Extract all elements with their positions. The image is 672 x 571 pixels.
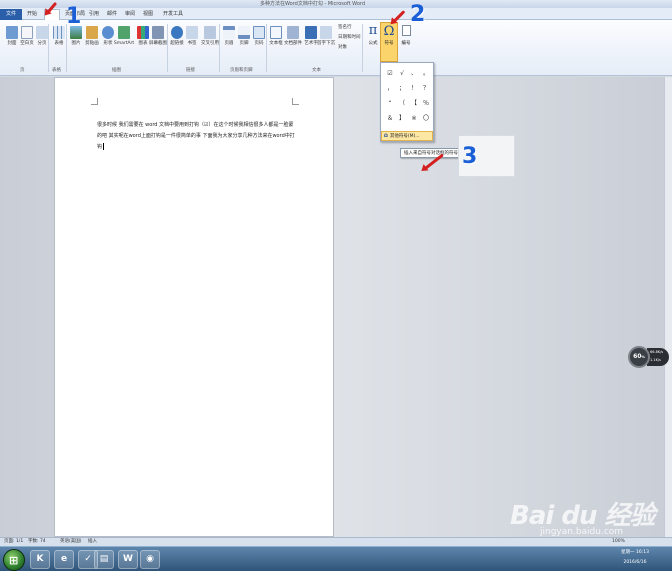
network-stats: 66.8K/s 1.1K/s — [647, 348, 669, 366]
omega-icon: Ω — [384, 134, 388, 139]
clip-art-icon — [86, 26, 98, 39]
ribbon-tabs: 文件 开始 插入 页面布局 引用 邮件 审阅 视图 开发工具 — [0, 8, 672, 20]
screenshot-button[interactable]: 屏幕截图 — [148, 24, 168, 64]
doc-line: 很多时候 我们需要在 word 文档中要用到打钩（☑）在这个时候我相信很多人都是… — [97, 122, 294, 128]
symbol-cell[interactable]: 、 — [408, 66, 420, 81]
symbol-grid: ☑ √ 、 。 ， ； ！ ？ “ （ 【 ％ ＆ 】 ※ 〇 — [384, 66, 432, 126]
watermark-url: jingyan.baidu.com — [540, 527, 624, 537]
ribbon: 封面 空白页 分页 表格 图片 剪贴画 形状 SmartArt 图表 屏幕截图 … — [0, 20, 672, 76]
margin-mark — [91, 98, 98, 105]
symbol-dropdown: ☑ √ 、 。 ， ； ！ ？ “ （ 【 ％ ＆ 】 ※ 〇 Ω 其他符号(M)… — [380, 62, 434, 142]
taskbar-word-icon[interactable]: W — [118, 550, 138, 569]
screenshot-icon — [152, 26, 164, 39]
symbol-cell[interactable]: √ — [396, 66, 408, 81]
symbol-cell[interactable]: 】 — [396, 111, 408, 126]
page-count[interactable]: 页面: 1/1 — [4, 538, 23, 546]
symbol-cell[interactable]: ！ — [408, 81, 420, 96]
object-cmd[interactable]: 对象 — [338, 44, 347, 50]
status-bar: 页面: 1/1 字数: 74 英语(美国) 插入 100% — [0, 537, 672, 546]
start-button[interactable]: ⊞ — [3, 549, 25, 571]
doc-line: 的吧 其实呢在word上面打钩是一件很简单的事 下面我为大家分享几种方法来在wo… — [97, 133, 295, 139]
more-symbols-item[interactable]: Ω 其他符号(M)... — [381, 131, 433, 141]
group-label-illustrations: 插图 — [112, 68, 121, 73]
symbol-cell[interactable]: ※ — [408, 111, 420, 126]
tab-mailings[interactable]: 邮件 — [104, 9, 120, 20]
tab-review[interactable]: 审阅 — [122, 9, 138, 20]
taskbar: ⊞ K e ✓ ▤ W ◉ 星期一 16:13 2016/6/16 — [0, 546, 672, 571]
symbol-cell[interactable]: “ — [384, 96, 396, 111]
taskbar-ie-icon[interactable]: e — [54, 550, 74, 569]
signature-line-cmd[interactable]: 签名行 — [338, 24, 352, 30]
doc-line-last: 钩 — [97, 143, 105, 150]
cross-reference-button[interactable]: 交叉引用 — [199, 24, 221, 64]
symbol-cell[interactable]: ， — [384, 81, 396, 96]
bookmark-icon — [186, 26, 198, 39]
tab-view[interactable]: 视图 — [140, 9, 156, 20]
word-count[interactable]: 字数: 74 — [28, 538, 46, 546]
taskbar-explorer-icon[interactable]: ▤ — [94, 550, 114, 569]
symbol-cell[interactable]: ＆ — [384, 111, 396, 126]
annotation-number: 3 — [462, 144, 478, 169]
group-label-header-footer: 页眉和页脚 — [230, 68, 253, 73]
tab-file[interactable]: 文件 — [0, 9, 22, 20]
text-cursor — [103, 143, 105, 150]
smartart-button[interactable]: SmartArt — [113, 24, 135, 64]
system-clock[interactable]: 星期一 16:13 2016/6/16 — [615, 548, 655, 568]
annotation-number: 2 — [410, 2, 426, 27]
tab-references[interactable]: 引用 — [86, 9, 102, 20]
symbol-cell[interactable]: （ — [396, 96, 408, 111]
drop-cap-icon — [320, 26, 332, 39]
window-title: 多种方法在Word文档中打勾 - Microsoft Word — [260, 1, 366, 7]
insert-mode[interactable]: 插入 — [88, 538, 97, 546]
language-indicator[interactable]: 英语(美国) — [60, 538, 82, 546]
group-label-tables: 表格 — [52, 68, 61, 73]
annotation-number: 1 — [66, 4, 82, 29]
symbol-button[interactable]: Ω 符号 — [380, 22, 398, 62]
document-page[interactable]: 很多时候 我们需要在 word 文档中要用到打钩（☑）在这个时候我相信很多人都是… — [54, 77, 334, 537]
taskbar-media-icon[interactable]: ◉ — [140, 550, 160, 569]
margin-mark — [292, 98, 299, 105]
symbol-cell[interactable]: 。 — [420, 66, 432, 81]
date-time-cmd[interactable]: 日期和时间 — [338, 34, 361, 40]
taskbar-app-k-icon[interactable]: K — [30, 550, 50, 569]
page-number-icon — [253, 26, 265, 39]
tab-home[interactable]: 开始 — [24, 9, 40, 20]
symbol-cell[interactable]: ？ — [420, 81, 432, 96]
vertical-scrollbar[interactable] — [664, 77, 672, 537]
drop-cap-button[interactable]: 首字下沉 — [316, 24, 336, 64]
symbol-cell[interactable]: ； — [396, 81, 408, 96]
table-icon — [53, 26, 65, 39]
group-label-pages: 页 — [20, 68, 25, 73]
smartart-icon — [118, 26, 130, 39]
group-label-text: 文本 — [312, 68, 321, 73]
group-label-links: 链接 — [186, 68, 195, 73]
symbol-cell[interactable]: ％ — [420, 96, 432, 111]
tab-developer[interactable]: 开发工具 — [160, 9, 186, 20]
tooltip: 插入来自符号对话框的符号 — [400, 148, 462, 158]
text-box-icon — [270, 26, 282, 39]
document-body[interactable]: 很多时候 我们需要在 word 文档中要用到打钩（☑）在这个时候我相信很多人都是… — [97, 120, 303, 153]
speed-gauge[interactable]: 60% — [628, 346, 650, 368]
windows-icon: ⊞ — [9, 554, 19, 567]
cross-reference-icon — [204, 26, 216, 39]
title-bar: 多种方法在Word文档中打勾 - Microsoft Word — [0, 0, 672, 8]
page-break-icon — [36, 26, 48, 39]
equation-button[interactable]: π 公式 — [366, 22, 380, 46]
pi-icon: π — [368, 23, 378, 38]
symbol-cell[interactable]: ☑ — [384, 66, 396, 81]
symbol-cell[interactable]: 〇 — [420, 111, 432, 126]
symbol-cell[interactable]: 【 — [408, 96, 420, 111]
quick-parts-icon — [287, 26, 299, 39]
zoom-level[interactable]: 100% — [612, 538, 625, 546]
